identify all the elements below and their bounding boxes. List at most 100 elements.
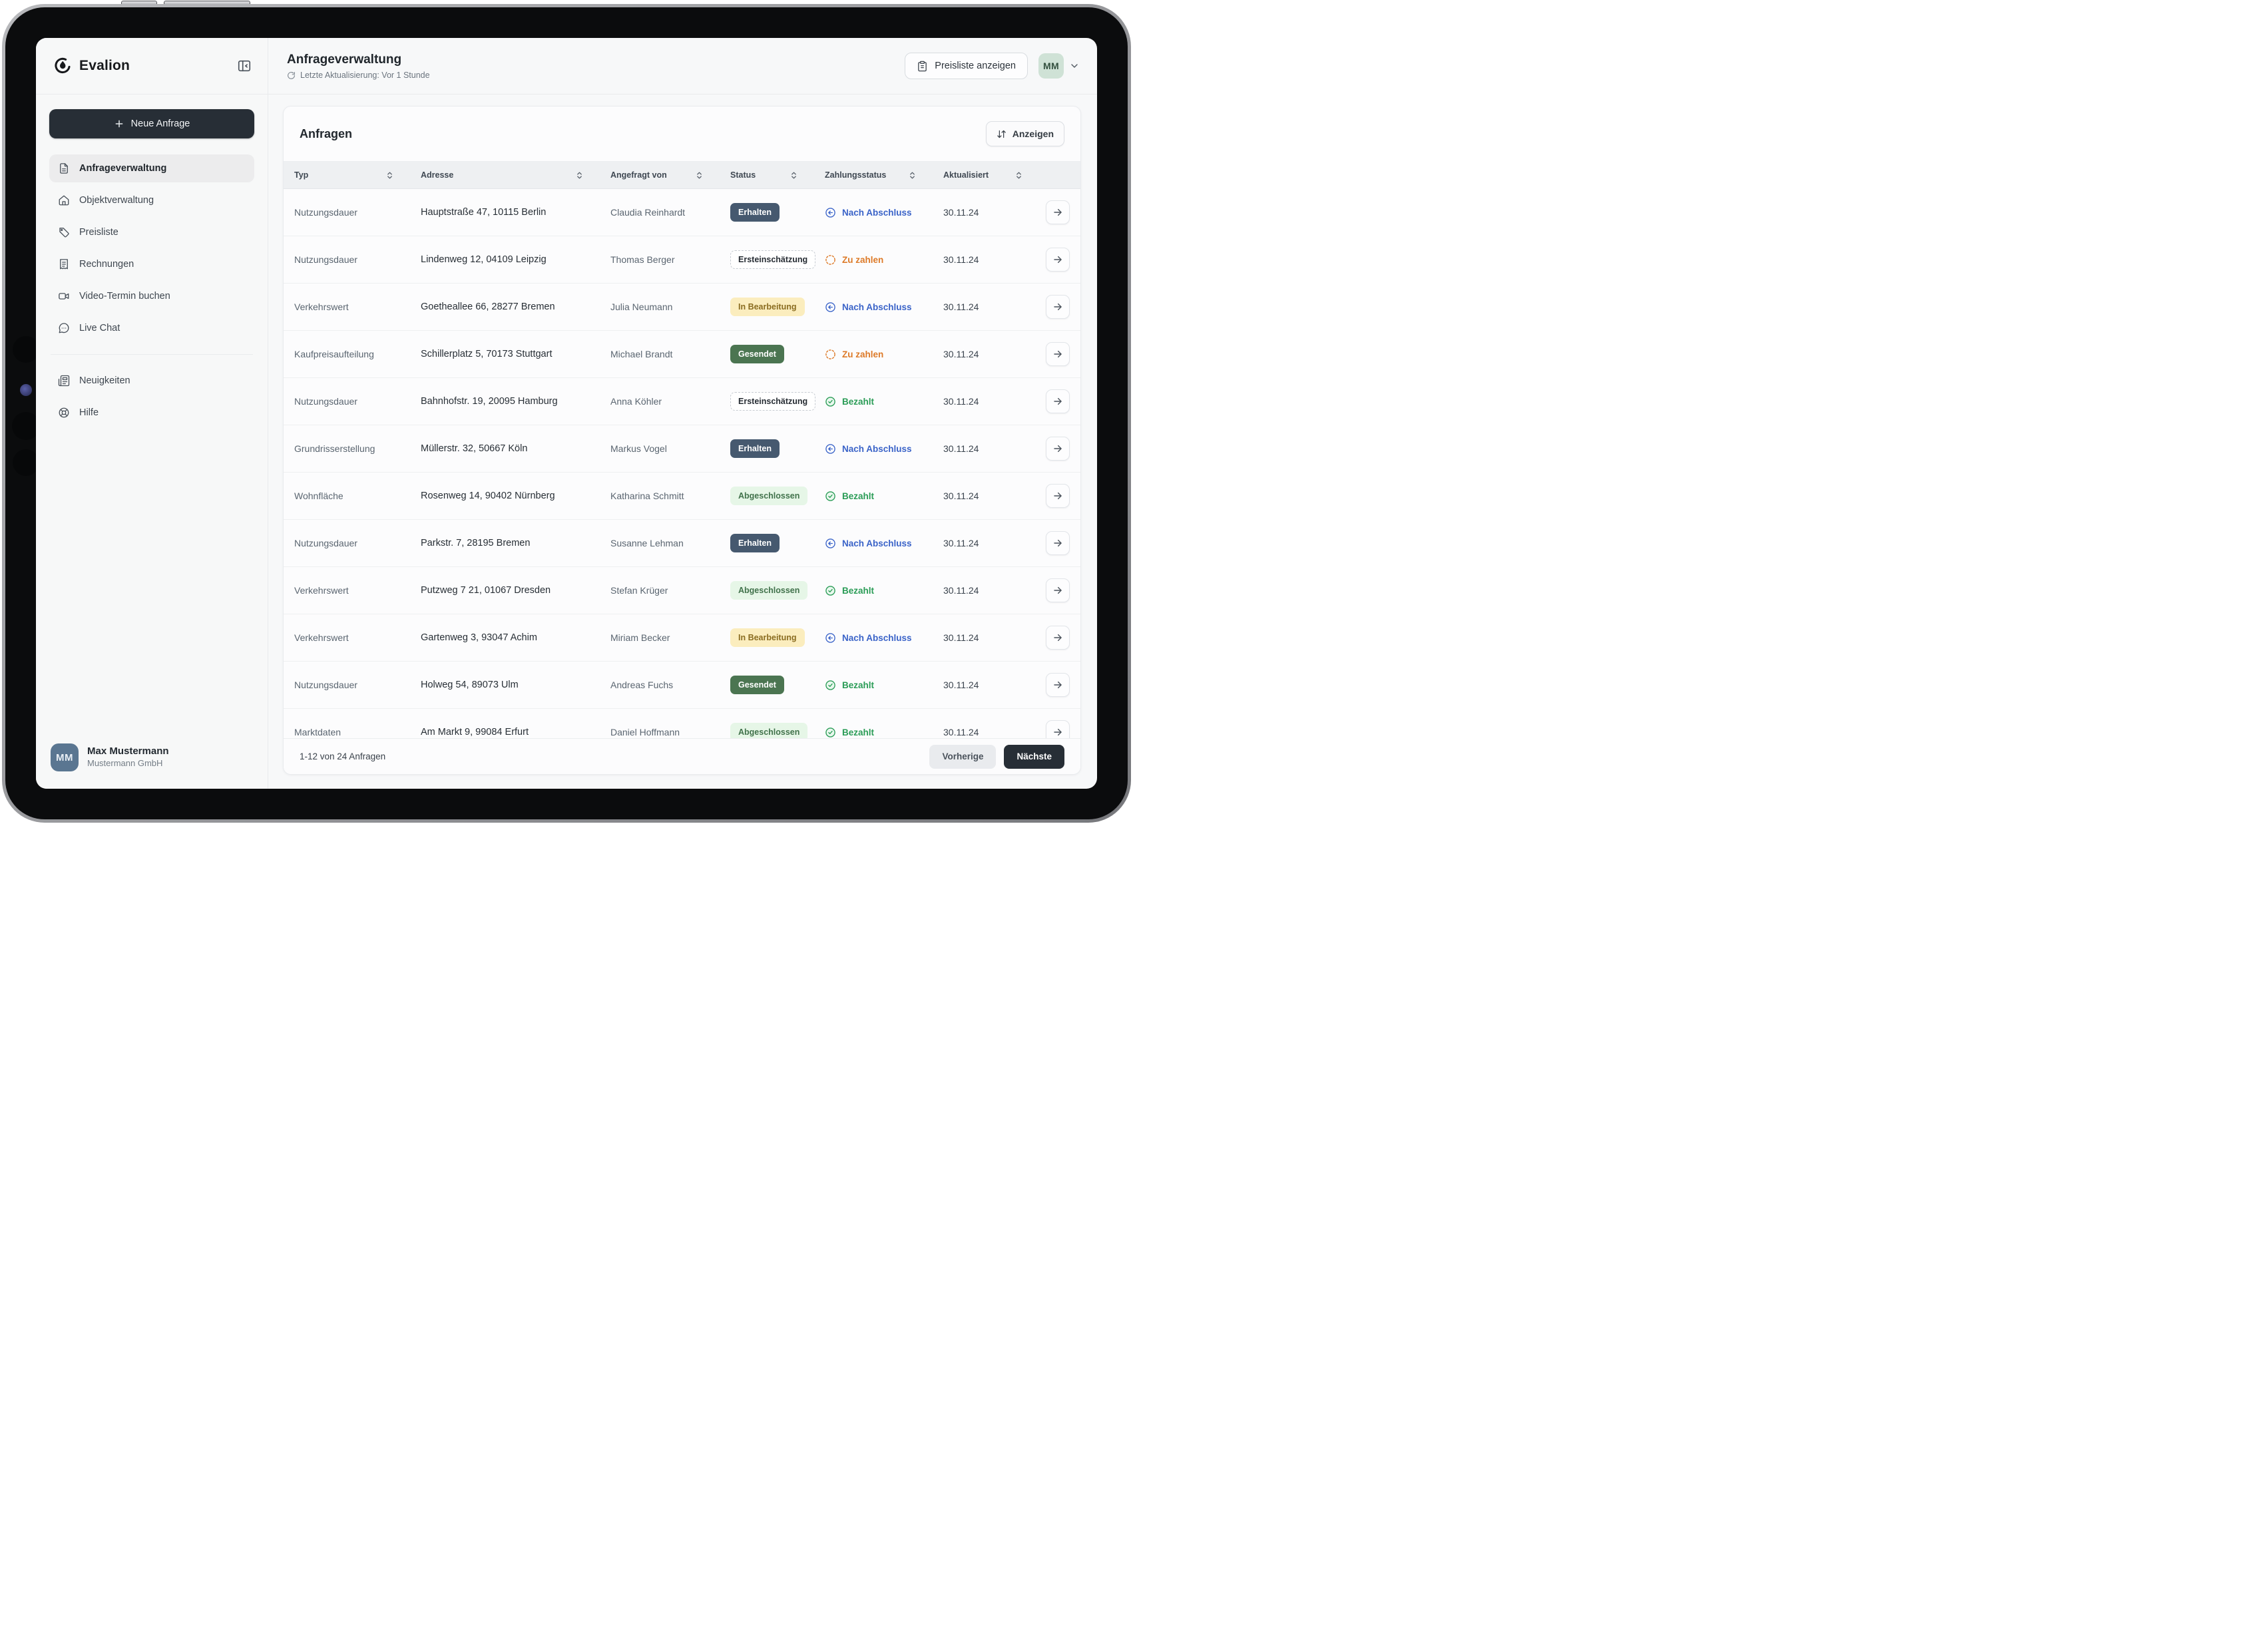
sidebar-item-rechnungen[interactable]: Rechnungen <box>49 250 254 278</box>
cell-aktualisiert: 30.11.24 <box>943 632 1027 643</box>
cell-angefragt-von: Michael Brandt <box>610 349 730 359</box>
table-row[interactable]: Nutzungsdauer Hauptstraße 47, 10115 Berl… <box>284 189 1080 236</box>
status-badge: Ersteinschätzung <box>730 250 815 269</box>
column-header-status[interactable]: Status <box>730 170 825 180</box>
header-avatar: MM <box>1038 53 1064 79</box>
open-request-button[interactable] <box>1046 437 1070 461</box>
column-header-adresse[interactable]: Adresse <box>421 170 610 180</box>
sidebar-item-label: Anfrageverwaltung <box>79 163 166 174</box>
arrow-right-icon <box>1052 491 1063 501</box>
cell-typ: Wohnfläche <box>294 491 421 501</box>
sidebar-item-live-chat[interactable]: Live Chat <box>49 314 254 342</box>
sidebar-item-hilfe[interactable]: Hilfe <box>49 399 254 427</box>
cell-adresse: Gartenweg 3, 93047 Achim <box>421 632 610 643</box>
cell-aktualisiert: 30.11.24 <box>943 207 1027 218</box>
header-actions: Preisliste anzeigen MM <box>905 53 1080 79</box>
status-badge: Erhalten <box>730 203 780 222</box>
cell-aktualisiert: 30.11.24 <box>943 585 1027 596</box>
sidebar-item-objektverwaltung[interactable]: Objektverwaltung <box>49 186 254 214</box>
page-title: Anfrageverwaltung <box>287 52 430 69</box>
open-request-button[interactable] <box>1046 484 1070 508</box>
cell-typ: Nutzungsdauer <box>294 254 421 265</box>
sidebar-user[interactable]: MM Max Mustermann Mustermann GmbH <box>49 741 254 773</box>
sidebar-nav: Anfrageverwaltung Objektverwaltung <box>49 154 254 342</box>
sidebar-item-anfrageverwaltung[interactable]: Anfrageverwaltung <box>49 154 254 182</box>
sidebar-item-label: Video-Termin buchen <box>79 291 170 302</box>
open-request-button[interactable] <box>1046 342 1070 366</box>
sidebar-item-video-termin[interactable]: Video-Termin buchen <box>49 282 254 310</box>
column-header-aktualisiert[interactable]: Aktualisiert <box>943 170 1027 180</box>
arrow-left-circle-icon <box>825 538 836 549</box>
pricelist-button-label: Preisliste anzeigen <box>935 61 1016 71</box>
open-request-button[interactable] <box>1046 389 1070 413</box>
sidebar-collapse-icon[interactable] <box>237 59 252 73</box>
last-update-text: Letzte Aktualisierung: Vor 1 Stunde <box>300 71 430 80</box>
sort-icon <box>790 171 798 180</box>
column-header-zahlungsstatus[interactable]: Zahlungsstatus <box>825 170 943 180</box>
column-header-typ[interactable]: Typ <box>294 170 421 180</box>
table-row[interactable]: Nutzungsdauer Lindenweg 12, 04109 Leipzi… <box>284 236 1080 284</box>
table-row[interactable]: Verkehrswert Goetheallee 66, 28277 Breme… <box>284 284 1080 331</box>
open-request-button[interactable] <box>1046 248 1070 272</box>
account-menu[interactable]: MM <box>1038 53 1080 79</box>
sidebar-secondary-nav: Neuigkeiten Hilfe <box>49 367 254 427</box>
table-row[interactable]: Verkehrswert Putzweg 7 21, 01067 Dresden… <box>284 567 1080 614</box>
payment-status-label: Bezahlt <box>842 680 874 690</box>
check-circle-icon <box>825 491 836 502</box>
payment-status-label: Nach Abschluss <box>842 444 912 454</box>
cell-angefragt-von: Stefan Krüger <box>610 585 730 596</box>
table-row[interactable]: Nutzungsdauer Bahnhofstr. 19, 20095 Hamb… <box>284 378 1080 425</box>
dashed-circle-icon <box>825 254 836 266</box>
open-request-button[interactable] <box>1046 578 1070 602</box>
payment-status: Bezahlt <box>825 727 943 738</box>
new-request-button[interactable]: Neue Anfrage <box>49 109 254 138</box>
sort-arrows-icon <box>997 129 1007 139</box>
payment-status-label: Nach Abschluss <box>842 208 912 218</box>
column-header-angefragt-von[interactable]: Angefragt von <box>610 170 730 180</box>
cell-aktualisiert: 30.11.24 <box>943 538 1027 548</box>
arrow-right-icon <box>1052 349 1063 359</box>
view-options-label: Anzeigen <box>1013 128 1054 139</box>
cell-angefragt-von: Katharina Schmitt <box>610 491 730 501</box>
cell-typ: Marktdaten <box>294 727 421 737</box>
payment-status-label: Nach Abschluss <box>842 302 912 312</box>
table-row[interactable]: Grundrisserstellung Müllerstr. 32, 50667… <box>284 425 1080 473</box>
open-request-button[interactable] <box>1046 626 1070 650</box>
table-row[interactable]: Kaufpreisaufteilung Schillerplatz 5, 701… <box>284 331 1080 378</box>
sidebar-item-neuigkeiten[interactable]: Neuigkeiten <box>49 367 254 395</box>
device-frame: Evalion Neue Anfr <box>2 4 1131 823</box>
next-page-button[interactable]: Nächste <box>1004 745 1064 769</box>
open-request-button[interactable] <box>1046 531 1070 555</box>
user-avatar: MM <box>51 743 79 771</box>
arrow-left-circle-icon <box>825 443 836 455</box>
status-badge: Ersteinschätzung <box>730 392 815 411</box>
receipt-icon <box>58 258 70 270</box>
sidebar-item-label: Neuigkeiten <box>79 375 130 386</box>
payment-status-label: Zu zahlen <box>842 349 883 359</box>
status-badge: In Bearbeitung <box>730 298 805 316</box>
cell-aktualisiert: 30.11.24 <box>943 491 1027 501</box>
plus-icon <box>114 118 124 129</box>
open-request-button[interactable] <box>1046 295 1070 319</box>
previous-page-button[interactable]: Vorherige <box>929 745 996 769</box>
cell-adresse: Bahnhofstr. 19, 20095 Hamburg <box>421 396 610 407</box>
table-row[interactable]: Wohnfläche Rosenweg 14, 90402 Nürnberg K… <box>284 473 1080 520</box>
table-row[interactable]: Verkehrswert Gartenweg 3, 93047 Achim Mi… <box>284 614 1080 662</box>
page-title-block: Anfrageverwaltung Letzte Aktualisierung:… <box>287 52 430 81</box>
sidebar-item-preisliste[interactable]: Preisliste <box>49 218 254 246</box>
app-screen: Evalion Neue Anfr <box>36 38 1097 789</box>
pagination-count: 1-12 von 24 Anfragen <box>300 751 385 761</box>
view-options-button[interactable]: Anzeigen <box>986 121 1064 146</box>
table-row[interactable]: Nutzungsdauer Holweg 54, 89073 Ulm Andre… <box>284 662 1080 709</box>
arrow-right-icon <box>1052 632 1063 643</box>
open-request-button[interactable] <box>1046 673 1070 697</box>
arrow-right-icon <box>1052 396 1063 407</box>
cell-angefragt-von: Daniel Hoffmann <box>610 727 730 737</box>
payment-status: Nach Abschluss <box>825 632 943 644</box>
cell-aktualisiert: 30.11.24 <box>943 302 1027 312</box>
cell-aktualisiert: 30.11.24 <box>943 443 1027 454</box>
pricelist-button[interactable]: Preisliste anzeigen <box>905 53 1028 79</box>
open-request-button[interactable] <box>1046 200 1070 224</box>
payment-status: Nach Abschluss <box>825 207 943 218</box>
table-row[interactable]: Nutzungsdauer Parkstr. 7, 28195 Bremen S… <box>284 520 1080 567</box>
